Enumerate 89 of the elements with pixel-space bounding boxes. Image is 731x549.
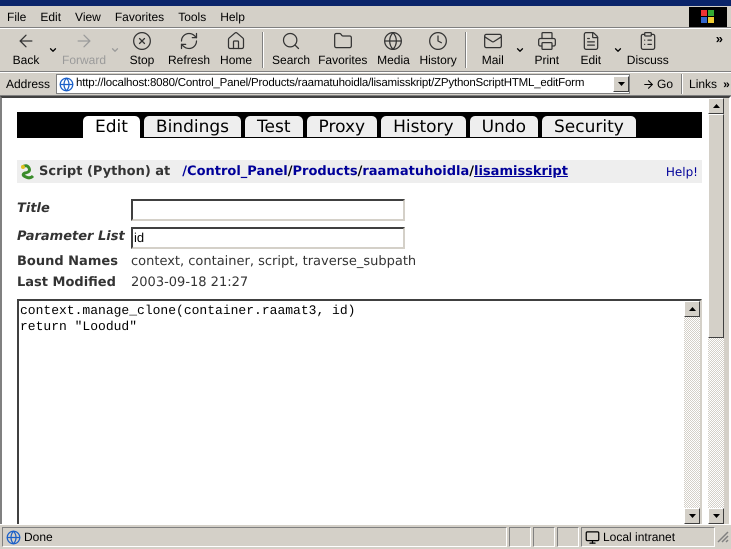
globe-icon	[383, 31, 404, 51]
path-separator: /	[469, 162, 474, 181]
status-panel	[509, 527, 531, 547]
path-separator: /	[288, 162, 292, 181]
code-text: context.manage_clone(container.raamat3, id) return "Loodud"	[19, 302, 356, 336]
links-button[interactable]: Links	[683, 75, 724, 93]
scroll-up-button[interactable]	[708, 98, 724, 114]
clock-icon	[428, 31, 448, 51]
info-label: Last Modified	[17, 274, 117, 292]
info-value: context, container, script, traverse_subpath	[131, 253, 416, 272]
toolbar-button[interactable]: Stop	[120, 31, 164, 69]
page-icon	[59, 76, 74, 92]
toolbar-button[interactable]: Mail	[470, 31, 515, 69]
code-editor[interactable]: context.manage_clone(container.raamat3, id) return "Loodud"	[17, 299, 702, 524]
text-input[interactable]: id	[131, 227, 405, 249]
toolbar-button[interactable]: Refresh	[164, 31, 214, 69]
toolbar-button[interactable]: Edit	[568, 31, 613, 69]
info-value: 2003-09-18 21:27	[131, 274, 248, 292]
toolbar-button[interactable]: History	[415, 31, 461, 69]
menu-item[interactable]: Edit	[33, 8, 68, 26]
status-text: Done	[24, 529, 53, 546]
breadcrumb-link[interactable]: /Control_Panel	[182, 162, 288, 182]
menu-item[interactable]: File	[0, 8, 34, 26]
down-triangle-icon	[618, 82, 625, 86]
network-icon	[585, 530, 600, 544]
folder-icon	[332, 31, 353, 51]
toolbar-button[interactable]: Print	[524, 31, 569, 69]
tab[interactable]: Bindings	[144, 116, 242, 138]
toolbar-button[interactable]: Home	[214, 31, 258, 69]
tab[interactable]: Proxy	[306, 116, 378, 138]
refresh-icon	[179, 31, 200, 51]
menu-item[interactable]: View	[68, 8, 108, 26]
status-panel	[557, 527, 579, 547]
tab[interactable]: Test	[245, 116, 303, 138]
tab[interactable]: Undo	[470, 116, 538, 138]
path-separator: /	[358, 162, 362, 181]
toolbar-button[interactable]: Discuss	[622, 31, 673, 69]
snake-icon	[19, 164, 35, 180]
printer-icon	[536, 31, 557, 51]
address-field[interactable]: http://localhost:8080/Control_Panel/Products/raamatuhoidla/lisamisskript/ZPythonScriptHTML_editForm	[56, 74, 630, 94]
field-label: Title	[17, 200, 51, 218]
dropdown-caret-icon[interactable]	[612, 45, 623, 55]
breadcrumb-link[interactable]: raamatuhoidla	[362, 162, 470, 182]
toolbar-button[interactable]: Media	[371, 31, 416, 69]
info-label: Bound Names	[17, 253, 119, 272]
resize-grip-icon	[717, 531, 729, 543]
tab[interactable]: Edit	[83, 116, 140, 138]
toolbar-more-button[interactable]: »	[716, 29, 723, 48]
text-input[interactable]	[131, 199, 405, 221]
field-label: Parameter List	[17, 228, 126, 246]
stop-icon	[132, 31, 152, 51]
status-panel	[533, 527, 555, 547]
down-triangle-icon	[712, 514, 720, 518]
breadcrumb-link[interactable]: lisamisskript	[474, 162, 568, 182]
links-more-button[interactable]: »	[723, 75, 730, 93]
windows-logo-icon	[689, 6, 727, 26]
breadcrumb-link[interactable]: Products	[292, 162, 358, 182]
scroll-down-button[interactable]	[684, 508, 700, 524]
page-scrollbar[interactable]	[708, 98, 724, 524]
tab[interactable]: History	[381, 116, 466, 138]
document-icon	[580, 31, 601, 51]
up-triangle-icon	[712, 104, 720, 108]
toolbar-button[interactable]: Favorites	[314, 31, 372, 69]
home-icon	[226, 31, 246, 51]
down-triangle-icon	[688, 514, 696, 518]
address-dropdown-button[interactable]	[613, 76, 630, 92]
menu-item[interactable]: Help	[213, 8, 252, 26]
search-icon	[281, 31, 302, 51]
scroll-down-button[interactable]	[708, 508, 724, 524]
up-triangle-icon	[688, 307, 696, 311]
toolbar-button[interactable]: Search	[268, 31, 314, 69]
zone-text: Local intranet	[603, 529, 676, 546]
menu-item[interactable]: Tools	[171, 8, 214, 26]
dropdown-caret-icon[interactable]	[48, 45, 58, 55]
toolbar-button[interactable]: Back	[4, 31, 48, 69]
object-type-label: Script (Python) at	[39, 162, 170, 181]
go-button[interactable]: Go	[634, 75, 682, 93]
scroll-thumb[interactable]	[708, 114, 724, 338]
editor-scrollbar[interactable]	[684, 301, 700, 524]
menu-item[interactable]: Favorites	[108, 8, 172, 26]
address-label: Address	[5, 76, 52, 93]
dropdown-caret-icon[interactable]	[514, 45, 525, 55]
help-link[interactable]: Help!	[666, 162, 698, 180]
scroll-up-button[interactable]	[684, 301, 700, 317]
notepad-icon	[638, 31, 658, 51]
page-icon	[6, 530, 21, 544]
tab[interactable]: Security	[542, 116, 636, 138]
mail-icon	[482, 31, 503, 51]
go-arrow-icon	[642, 78, 656, 90]
